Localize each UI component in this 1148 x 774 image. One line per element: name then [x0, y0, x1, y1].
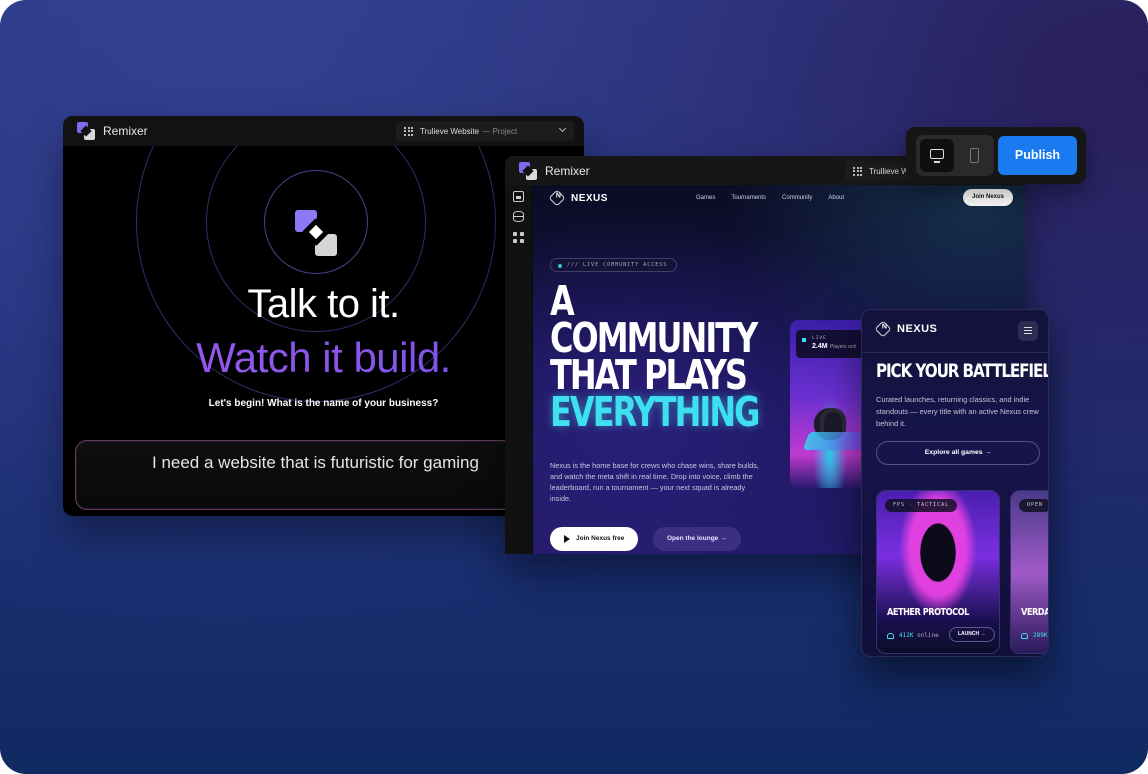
nav-link-tournaments[interactable]: Tournaments	[731, 195, 766, 201]
live-label: LIVE	[812, 336, 827, 341]
site-navbar: NEXUS Games Tournaments Community About …	[533, 185, 1025, 213]
game-genre-tag: FPS · TACTICAL	[885, 499, 958, 512]
device-toggle	[916, 135, 994, 176]
live-access-pill: /// LIVE COMMUNITY ACCESS	[550, 258, 678, 272]
game-title: AETHER PROTOCOL	[887, 607, 969, 618]
launch-button[interactable]: LAUNCH →	[949, 627, 995, 642]
nexus-logo[interactable]: NEXUS	[548, 189, 608, 207]
online-label: online	[917, 632, 939, 639]
nav-link-games[interactable]: Games	[696, 195, 715, 201]
site-nav-links: Games Tournaments Community About	[696, 195, 844, 201]
headline-highlight: EVERYTHING	[550, 388, 760, 436]
nexus-logo-icon	[548, 189, 566, 207]
game-online-count: 412K online	[899, 632, 939, 639]
join-nexus-button[interactable]: Join Nexus	[962, 189, 1013, 206]
publish-toolbar: Publish	[906, 127, 1086, 184]
users-icon	[887, 633, 894, 639]
users-icon	[1021, 633, 1028, 639]
chat-input[interactable]: I need a website that is futuristic for …	[75, 440, 575, 510]
game-online-count: 289K	[1033, 632, 1047, 639]
nexus-logo-icon	[874, 320, 892, 338]
grid-icon	[404, 126, 413, 136]
chat-window-titlebar: Remixer Trulieve Website — Project	[63, 116, 584, 146]
online-count: 412K	[899, 632, 914, 639]
mobile-title: PICK YOUR BATTLEFIELD	[876, 360, 1049, 382]
remixer-logo-icon	[519, 161, 537, 180]
mobile-phone-icon[interactable]	[958, 139, 990, 172]
app-name: Remixer	[545, 163, 590, 178]
project-selector[interactable]: Trulieve Website — Project	[396, 121, 574, 141]
game-genre-tag: OPEN	[1019, 499, 1048, 512]
nexus-wordmark: NEXUS	[571, 192, 608, 204]
publish-button[interactable]: Publish	[998, 136, 1077, 175]
grid-icon	[853, 166, 862, 176]
game-card[interactable]: FPS · TACTICAL AETHER PROTOCOL 412K onli…	[876, 490, 1000, 654]
hamburger-menu-icon[interactable]	[1018, 321, 1038, 341]
app-name: Remixer	[103, 124, 148, 138]
canvas-background: Remixer Trulieve Website — Project Talk …	[0, 0, 1148, 774]
online-count: 289K	[1033, 632, 1048, 639]
open-lounge-button[interactable]: Open the lounge →	[653, 527, 741, 551]
join-free-label: Join Nexus free	[576, 535, 625, 542]
mobile-description: Curated launches, returning classics, an…	[876, 395, 1039, 428]
live-player-caption: Players onli	[830, 344, 856, 350]
nav-link-about[interactable]: About	[828, 195, 844, 201]
project-name: Trulieve Website	[420, 126, 480, 136]
headphones-graphic	[820, 408, 846, 432]
play-icon	[564, 535, 570, 543]
live-players-card: LIVE 2.4M Players onli	[796, 330, 866, 358]
neon-platform-graphic	[802, 432, 870, 450]
join-free-button[interactable]: Join Nexus free	[550, 527, 639, 551]
image-icon[interactable]	[513, 191, 524, 202]
desktop-monitor-icon[interactable]	[920, 139, 954, 172]
chevron-down-icon	[558, 124, 567, 133]
explore-all-games-button[interactable]: Explore all games →	[876, 441, 1040, 465]
chat-input-value: I need a website that is futuristic for …	[152, 453, 479, 472]
site-headline: A COMMUNITY THAT PLAYS EVERYTHING	[550, 281, 760, 436]
project-suffix: — Project	[482, 126, 518, 136]
database-icon[interactable]	[513, 211, 524, 222]
nexus-wordmark: NEXUS	[897, 323, 938, 335]
remixer-hero-logo-icon	[293, 210, 339, 256]
game-card[interactable]: OPEN VERDA 289K	[1010, 490, 1049, 654]
remixer-logo-icon	[77, 122, 95, 140]
hero-gamer-image: LIVE 2.4M Players onli	[790, 320, 870, 488]
mobile-site-preview: NEXUS PICK YOUR BATTLEFIELD Curated laun…	[861, 309, 1049, 657]
nav-link-community[interactable]: Community	[782, 195, 812, 201]
nexus-logo[interactable]: NEXUS	[874, 320, 938, 338]
site-description: Nexus is the home base for crews who cha…	[550, 461, 759, 503]
game-title: VERDA	[1021, 607, 1049, 618]
live-player-count: 2.4M	[812, 343, 828, 350]
nodes-icon[interactable]	[513, 232, 524, 243]
side-rail	[505, 185, 532, 554]
header-divider	[862, 352, 1048, 353]
